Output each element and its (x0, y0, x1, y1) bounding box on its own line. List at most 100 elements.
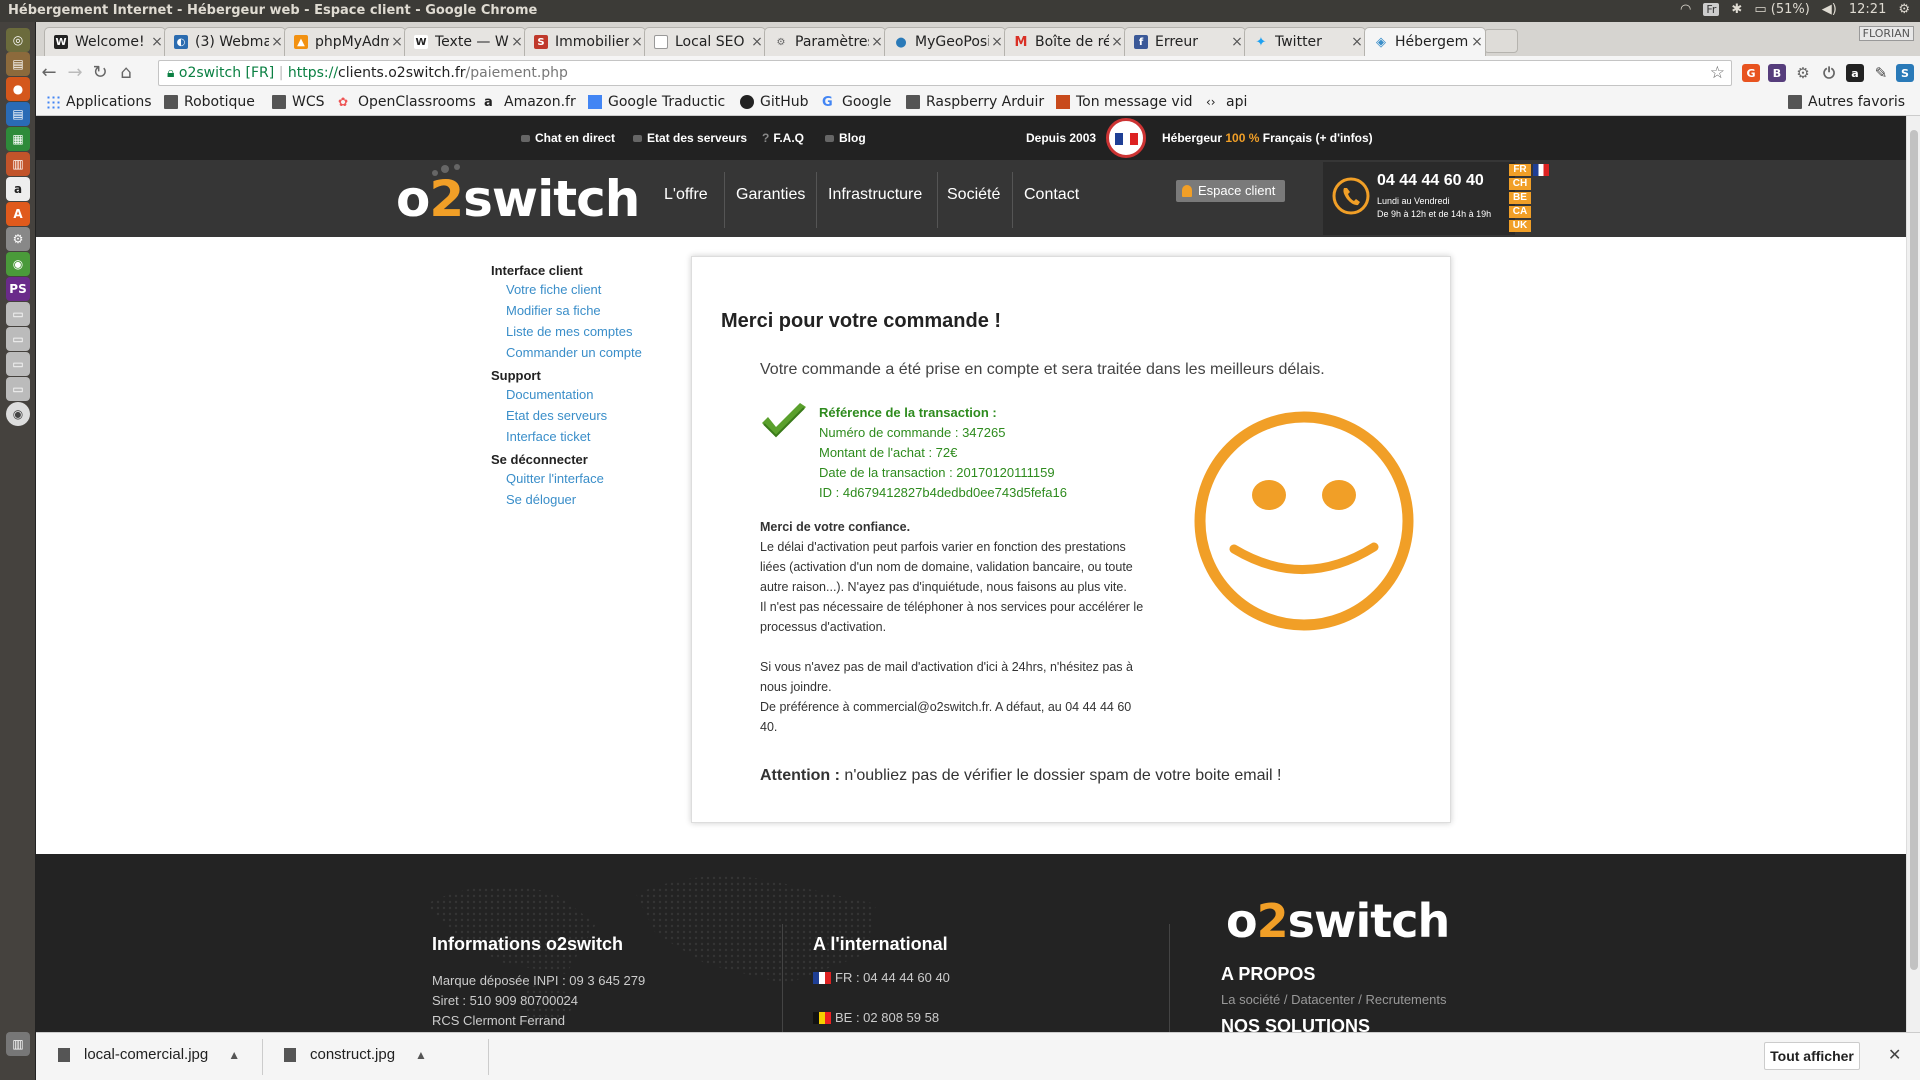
drive-icon[interactable]: ▭ (6, 302, 30, 326)
nav-garanties[interactable]: Garanties (736, 160, 805, 237)
browser-tab[interactable]: ⚙ Paramètres × (764, 27, 886, 56)
browser-tab[interactable]: ▲ phpMyAdmi × (284, 27, 406, 56)
battery-icon[interactable]: ▭ (51%) (1754, 2, 1809, 17)
sidebar-link-documentation[interactable]: Documentation (506, 384, 642, 405)
drive-icon[interactable]: ▭ (6, 377, 30, 401)
sidebar-link-comptes[interactable]: Liste de mes comptes (506, 321, 642, 342)
footer-fr-phone[interactable]: FR : 04 44 44 60 40 (813, 970, 950, 985)
drive-icon[interactable]: ▭ (6, 327, 30, 351)
country-ca[interactable]: CA (1509, 206, 1531, 218)
close-tab-icon[interactable]: × (1469, 34, 1485, 50)
firefox-icon[interactable]: ● (6, 77, 30, 101)
browser-tab[interactable]: f Erreur × (1124, 27, 1246, 56)
bookmark-google[interactable]: G Google (822, 94, 891, 110)
browser-tab[interactable]: ✦ Twitter × (1244, 27, 1366, 56)
close-tab-icon[interactable]: × (149, 34, 165, 50)
forward-icon[interactable]: → (64, 62, 86, 84)
extension-b-icon[interactable]: B (1768, 64, 1786, 82)
close-tab-icon[interactable]: × (509, 34, 525, 50)
espace-client-button[interactable]: Espace client (1176, 180, 1286, 202)
drive-icon[interactable]: ▭ (6, 352, 30, 376)
sidebar-link-fiche[interactable]: Votre fiche client (506, 279, 642, 300)
extension-tools-icon[interactable]: ✎ (1872, 64, 1890, 82)
browser-tab[interactable]: W Texte — Wik × (404, 27, 526, 56)
french-hosting-link[interactable]: Hébergeur 100 % Français (+ d'infos) (1162, 131, 1373, 145)
bookmark-amazon[interactable]: a Amazon.fr (484, 94, 576, 110)
download-item[interactable]: local-comercial.jpg ▲ (58, 1046, 240, 1063)
browser-tab[interactable]: ● MyGeoPosit × (884, 27, 1006, 56)
close-tab-icon[interactable]: × (1349, 34, 1365, 50)
country-be[interactable]: BE (1509, 192, 1531, 204)
footer-about-links[interactable]: La société / Datacenter / Recrutements (1221, 992, 1446, 1007)
close-tab-icon[interactable]: × (989, 34, 1005, 50)
close-tab-icon[interactable]: × (1229, 34, 1245, 50)
phone-number[interactable]: 04 44 44 60 40 (1377, 172, 1484, 190)
bookmark-other-folder[interactable]: Autres favoris (1788, 94, 1905, 110)
download-item[interactable]: construct.jpg ▲ (284, 1046, 427, 1063)
chevron-up-icon[interactable]: ▲ (415, 1048, 427, 1062)
bookmark-api[interactable]: ‹› api (1206, 94, 1247, 110)
browser-tab[interactable]: M Boîte de réc × (1004, 27, 1126, 56)
phpstorm-icon[interactable]: PS (6, 277, 30, 301)
reload-icon[interactable]: ↻ (89, 62, 111, 84)
extension-g-icon[interactable]: G (1742, 64, 1760, 82)
nav-infrastructure[interactable]: Infrastructure (828, 160, 922, 237)
extension-power-icon[interactable]: ⏻ (1820, 64, 1838, 82)
sidebar-link-ticket[interactable]: Interface ticket (506, 426, 642, 447)
close-tab-icon[interactable]: × (1109, 34, 1125, 50)
browser-tab[interactable]: Local SEO – × (644, 27, 766, 56)
nav-offre[interactable]: L'offre (664, 160, 708, 237)
trash-icon[interactable]: ▥ (6, 1032, 30, 1056)
chat-link[interactable]: Chat en direct (521, 131, 615, 145)
close-tab-icon[interactable]: × (749, 34, 765, 50)
bluetooth-icon[interactable]: ✱ (1731, 2, 1742, 17)
home-icon[interactable]: ⌂ (115, 62, 137, 84)
clock[interactable]: 12:21 (1849, 2, 1886, 17)
bookmark-star-icon[interactable]: ☆ (1710, 61, 1725, 85)
system-settings-icon[interactable]: ⚙ (6, 227, 30, 251)
calc-icon[interactable]: ▦ (6, 127, 30, 151)
sidebar-link-quitter[interactable]: Quitter l'interface (506, 468, 642, 489)
close-tab-icon[interactable]: × (869, 34, 885, 50)
nav-societe[interactable]: Société (947, 160, 1000, 237)
dvd-icon[interactable]: ◉ (6, 402, 30, 426)
extension-amazon-icon[interactable]: a (1846, 64, 1864, 82)
software-center-icon[interactable]: A (6, 202, 30, 226)
sidebar-link-etat-serveurs[interactable]: Etat des serveurs (506, 405, 642, 426)
files-icon[interactable]: ▤ (6, 52, 30, 76)
site-identity[interactable]: o2switch [FR] (179, 65, 274, 81)
server-status-link[interactable]: Etat des serveurs (633, 131, 747, 145)
bookmark-github[interactable]: GitHub (740, 94, 809, 110)
address-bar[interactable]: 🔒︎ o2switch [FR] | https://clients.o2swi… (158, 60, 1732, 86)
extension-screenshot-icon[interactable]: S (1896, 64, 1914, 82)
sidebar-link-modifier[interactable]: Modifier sa fiche (506, 300, 642, 321)
page-scrollbar[interactable] (1906, 116, 1920, 1032)
bookmark-folder-wcs[interactable]: WCS (272, 94, 325, 110)
chevron-up-icon[interactable]: ▲ (228, 1048, 240, 1062)
wifi-icon[interactable]: ◠ (1680, 2, 1691, 17)
bookmark-applications[interactable]: Applications (46, 94, 152, 110)
impress-icon[interactable]: ▥ (6, 152, 30, 176)
faq-link[interactable]: ? F.A.Q (762, 131, 804, 145)
sidebar-link-commander[interactable]: Commander un compte (506, 342, 642, 363)
browser-tab[interactable]: ◐ (3) Webmail × (164, 27, 286, 56)
close-tab-icon[interactable]: × (269, 34, 285, 50)
footer-logo[interactable]: o2switch (1226, 894, 1450, 948)
keyboard-layout-indicator[interactable]: Fr (1703, 3, 1720, 16)
bookmark-folder-raspberry[interactable]: Raspberry Arduir (906, 94, 1044, 110)
ubuntu-dash-icon[interactable]: ◎ (6, 28, 30, 52)
bookmark-folder-robotique[interactable]: Robotique (164, 94, 255, 110)
country-fr[interactable]: FR (1509, 164, 1531, 176)
chrome-icon[interactable]: ◉ (6, 252, 30, 276)
extension-gear-icon[interactable]: ⚙ (1794, 64, 1812, 82)
bookmark-google-translate[interactable]: Google Traductic (588, 94, 725, 110)
browser-tab[interactable]: S Immobilier à × (524, 27, 646, 56)
footer-be-phone[interactable]: BE : 02 808 59 58 (813, 1010, 939, 1025)
bookmark-video[interactable]: Ton message vid (1056, 94, 1193, 110)
browser-tab[interactable]: W Welcome! × (44, 27, 166, 56)
show-all-downloads-button[interactable]: Tout afficher (1764, 1042, 1860, 1070)
profile-button[interactable]: FLORIAN (1858, 26, 1914, 41)
browser-tab-active[interactable]: ◈ Hébergemen × (1364, 27, 1486, 56)
country-uk[interactable]: UK (1509, 220, 1531, 232)
bookmark-openclassrooms[interactable]: ✿ OpenClassrooms (338, 94, 476, 110)
